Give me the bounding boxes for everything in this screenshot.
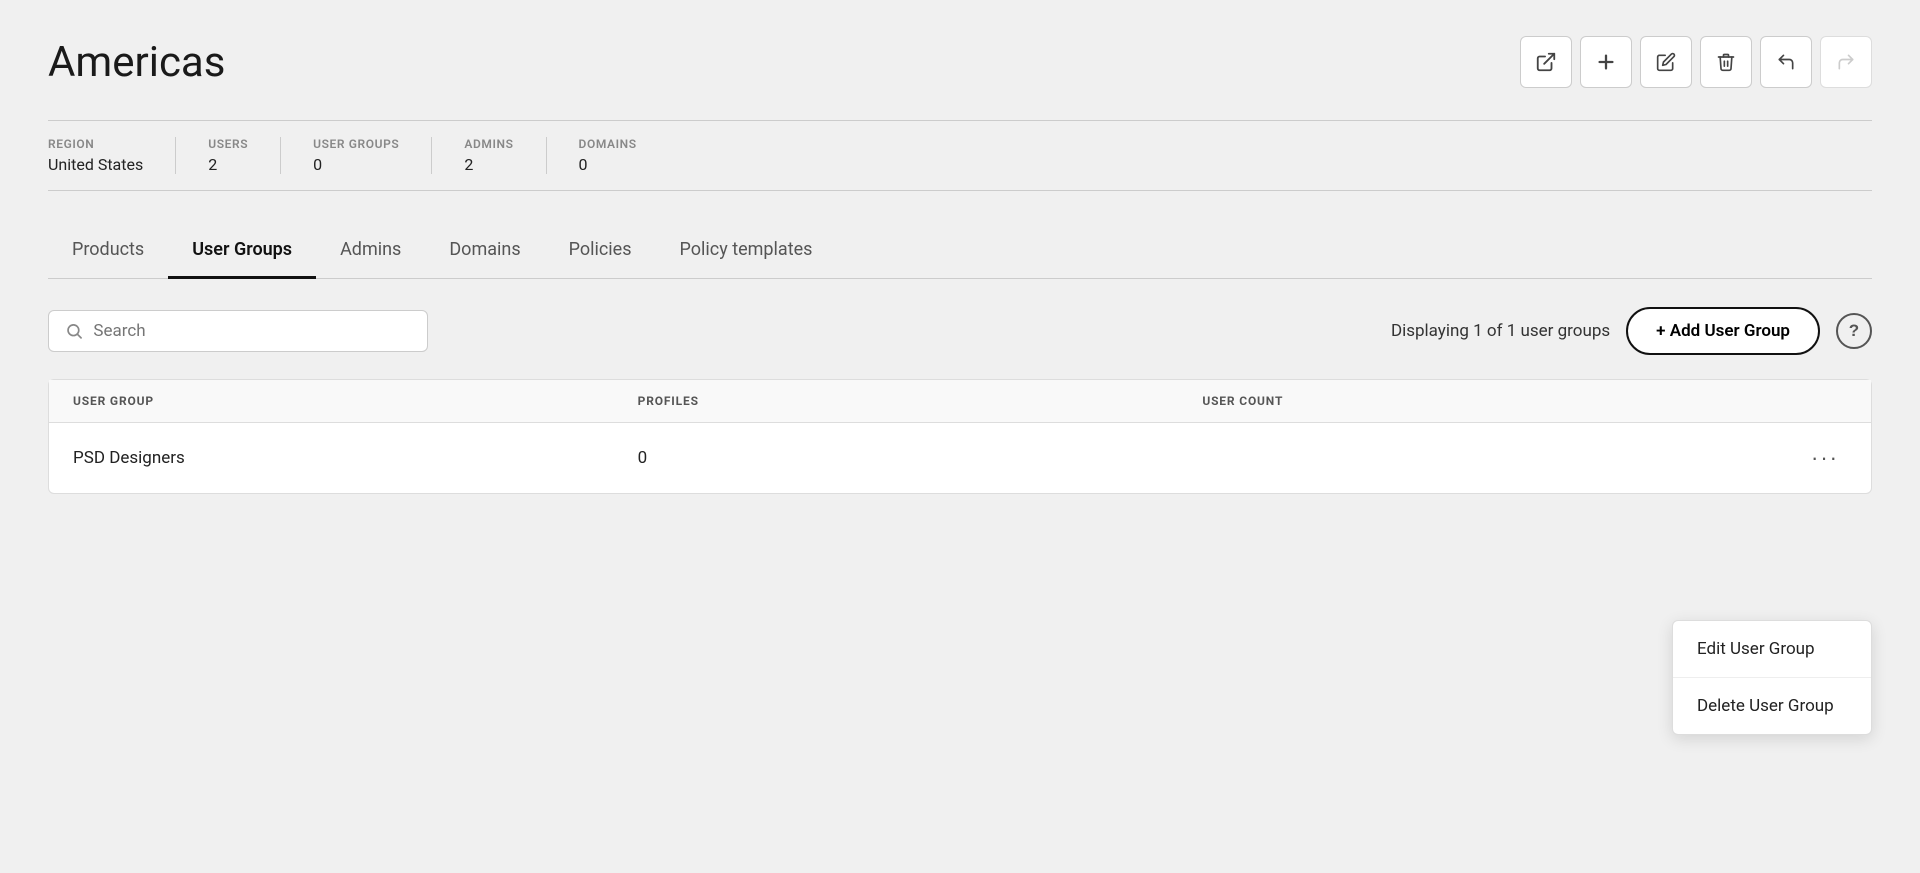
tab-policies[interactable]: Policies	[545, 223, 656, 279]
table-row: PSD Designers 0 ···	[49, 423, 1871, 493]
table-header: USER GROUP PROFILES USER COUNT	[49, 380, 1871, 423]
export-button[interactable]	[1520, 36, 1572, 88]
tabs: Products User Groups Admins Domains Poli…	[48, 223, 1872, 279]
stat-users-label: USERS	[208, 137, 248, 151]
help-button[interactable]: ?	[1836, 313, 1872, 349]
col-header-profiles: PROFILES	[638, 394, 1203, 408]
action-bar: Displaying 1 of 1 user groups + Add User…	[48, 307, 1872, 355]
stat-user-groups-value: 0	[313, 155, 399, 174]
plus-icon	[1595, 51, 1617, 73]
col-header-user-count: USER COUNT	[1202, 394, 1767, 408]
dropdown-item-delete[interactable]: Delete User Group	[1673, 678, 1871, 734]
stat-domains-value: 0	[579, 155, 637, 174]
stat-users: USERS 2	[208, 137, 281, 174]
toolbar	[1520, 36, 1872, 88]
stat-region: REGION United States	[48, 137, 176, 174]
export-icon	[1535, 51, 1557, 73]
edit-button[interactable]	[1640, 36, 1692, 88]
search-box	[48, 310, 428, 352]
stat-region-value: United States	[48, 155, 143, 174]
table-container: USER GROUP PROFILES USER COUNT PSD Desig…	[48, 379, 1872, 494]
undo-button[interactable]	[1760, 36, 1812, 88]
col-header-actions	[1767, 394, 1847, 408]
tab-domains[interactable]: Domains	[425, 223, 544, 279]
col-header-user-group: USER GROUP	[73, 394, 638, 408]
trash-icon	[1716, 52, 1736, 72]
stat-users-value: 2	[208, 155, 248, 174]
stat-admins: ADMINS 2	[464, 137, 546, 174]
cell-profiles: 0	[638, 448, 1203, 468]
page: Americas	[0, 0, 1920, 873]
dropdown-item-edit[interactable]: Edit User Group	[1673, 621, 1871, 678]
dropdown-menu: Edit User Group Delete User Group	[1672, 620, 1872, 735]
add-user-group-button[interactable]: + Add User Group	[1626, 307, 1820, 355]
search-icon	[65, 321, 83, 341]
action-right: Displaying 1 of 1 user groups + Add User…	[1391, 307, 1872, 355]
tab-admins[interactable]: Admins	[316, 223, 425, 279]
search-input[interactable]	[93, 321, 411, 341]
stats-row: REGION United States USERS 2 USER GROUPS…	[48, 120, 1872, 191]
row-actions-button[interactable]: ···	[1803, 441, 1847, 475]
pencil-icon	[1656, 52, 1676, 72]
stat-domains-label: DOMAINS	[579, 137, 637, 151]
stat-user-groups-label: USER GROUPS	[313, 137, 399, 151]
stat-admins-label: ADMINS	[464, 137, 513, 151]
redo-icon	[1836, 52, 1856, 72]
tab-products[interactable]: Products	[48, 223, 168, 279]
tab-user-groups[interactable]: User Groups	[168, 223, 316, 279]
redo-button[interactable]	[1820, 36, 1872, 88]
stat-user-groups: USER GROUPS 0	[313, 137, 432, 174]
undo-icon	[1776, 52, 1796, 72]
stat-domains: DOMAINS 0	[579, 137, 669, 174]
cell-actions: ···	[1767, 441, 1847, 475]
display-count: Displaying 1 of 1 user groups	[1391, 321, 1610, 341]
stat-region-label: REGION	[48, 137, 143, 151]
tab-policy-templates[interactable]: Policy templates	[656, 223, 837, 279]
stat-admins-value: 2	[464, 155, 513, 174]
add-button[interactable]	[1580, 36, 1632, 88]
header-row: Americas	[48, 36, 1872, 88]
delete-button[interactable]	[1700, 36, 1752, 88]
page-title: Americas	[48, 38, 225, 87]
cell-user-group: PSD Designers	[73, 448, 638, 468]
